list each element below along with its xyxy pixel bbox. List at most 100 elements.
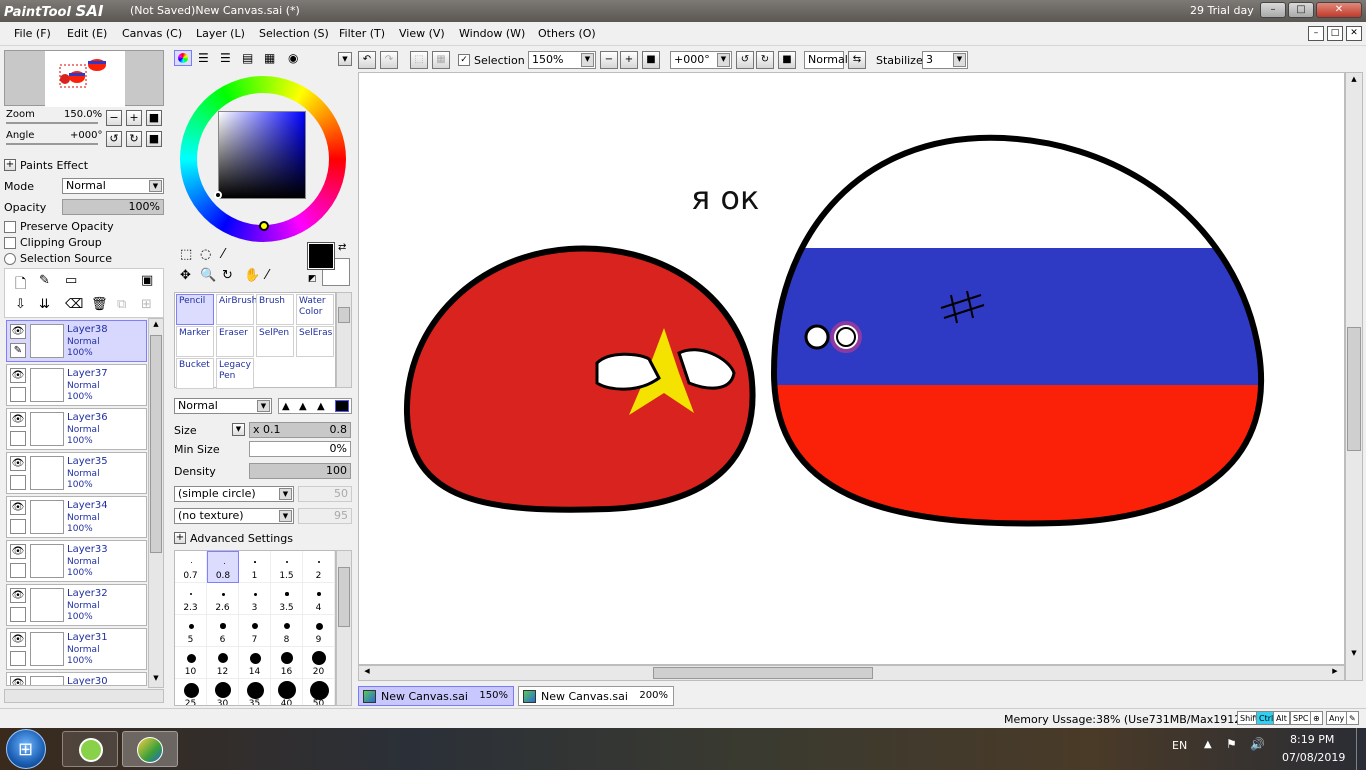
canvas-zoom-in-button[interactable]: +	[620, 51, 638, 69]
saturation-value-square[interactable]	[218, 111, 306, 199]
advanced-settings-expand[interactable]: +	[174, 532, 186, 544]
tray-expand-icon[interactable]: ▲	[1204, 739, 1212, 750]
tool-bucket[interactable]: Bucket	[176, 358, 214, 389]
canvas-rotate-left-button[interactable]: ↺	[736, 51, 754, 69]
brush-size-preset[interactable]: 14	[239, 647, 271, 679]
taskbar-app-green[interactable]	[62, 731, 118, 767]
brush-size-preset[interactable]: 7	[239, 615, 271, 647]
menu-edit[interactable]: Edit (E)	[67, 27, 107, 40]
brush-size-preset[interactable]: 0.8	[207, 551, 239, 583]
menu-view[interactable]: View (V)	[399, 27, 445, 40]
canvas-hscroll-thumb[interactable]	[653, 667, 873, 679]
maximize-button[interactable]: □	[1288, 2, 1314, 18]
language-indicator[interactable]: EN	[1172, 739, 1187, 752]
zoom-out-button[interactable]: −	[106, 110, 122, 126]
brush-size-preset[interactable]: 40	[271, 679, 303, 705]
layer-mode-select[interactable]: Normal ▼	[62, 178, 164, 194]
zoom-reset-button[interactable]: ■	[146, 110, 162, 126]
brush-size-preset[interactable]: 35	[239, 679, 271, 705]
menu-filter[interactable]: Filter (T)	[339, 27, 385, 40]
selection-checkbox[interactable]: ✓	[458, 54, 470, 66]
brush-size-preset[interactable]: 2	[303, 551, 335, 583]
edge-hard-icon[interactable]: ▲	[282, 401, 290, 412]
rotate-reset-button[interactable]: ■	[146, 131, 162, 147]
layer-list-scroll-thumb[interactable]	[150, 335, 162, 553]
panel-menu-button[interactable]: ▼	[338, 52, 352, 66]
stabilizer-select[interactable]: 3 ▼	[922, 51, 968, 69]
brush-size-preset[interactable]: 0.7	[175, 551, 207, 583]
preserve-opacity-checkbox[interactable]	[4, 221, 16, 233]
brush-size-preset[interactable]: 9	[303, 615, 335, 647]
layer-row-36[interactable]: 👁 Layer36 Normal 100%	[6, 408, 147, 450]
clipping-group-checkbox[interactable]	[4, 237, 16, 249]
rotate-right-button[interactable]: ↻	[126, 131, 142, 147]
brush-presets-scrollbar[interactable]	[336, 550, 352, 706]
minimize-button[interactable]: –	[1260, 2, 1286, 18]
canvas-hscrollbar[interactable]: ◀ ▶	[358, 665, 1345, 681]
canvas-tab[interactable]: New Canvas.sai 200%	[518, 686, 674, 706]
canvas-zoom-out-button[interactable]: −	[600, 51, 618, 69]
layer-row-35[interactable]: 👁 Layer35 Normal 100%	[6, 452, 147, 494]
volume-icon[interactable]: 🔊	[1250, 737, 1265, 751]
brush-size-preset[interactable]: 2.6	[207, 583, 239, 615]
transparent-color-icon[interactable]: ◩	[308, 274, 317, 284]
navigator-thumbnail[interactable]	[4, 50, 164, 107]
brush-size-preset[interactable]: 12	[207, 647, 239, 679]
menu-selection[interactable]: Selection (S)	[259, 27, 329, 40]
brush-size-preset[interactable]: 3.5	[271, 583, 303, 615]
hsv-sliders-icon[interactable]: ☰	[220, 51, 231, 65]
clock-time[interactable]: 8:19 PM	[1290, 733, 1334, 746]
brush-size-preset[interactable]: 8	[271, 615, 303, 647]
canvas-rotate-reset-button[interactable]: ■	[778, 51, 796, 69]
brush-size-preset[interactable]: 25	[175, 679, 207, 705]
move-icon[interactable]: ✥	[180, 268, 191, 283]
layer-row-34[interactable]: 👁 Layer34 Normal 100%	[6, 496, 147, 538]
brush-size-preset[interactable]: 5	[175, 615, 207, 647]
drawing-canvas[interactable]: я ок	[358, 72, 1345, 665]
angle-select[interactable]: +000° ▼	[670, 51, 732, 69]
menu-window[interactable]: Window (W)	[459, 27, 525, 40]
deselect-button[interactable]: ⬚	[410, 51, 428, 69]
flip-view-button[interactable]: ⇆	[848, 51, 866, 69]
lock-toggle[interactable]	[10, 431, 26, 446]
foreground-color-swatch[interactable]	[307, 242, 335, 270]
tool-eraser[interactable]: Eraser	[216, 326, 254, 357]
rotate-icon[interactable]: ↻	[222, 268, 233, 283]
pencil-icon[interactable]: ✎	[10, 343, 26, 358]
mdi-maximize-button[interactable]: □	[1327, 26, 1343, 41]
density-slider[interactable]: 100	[249, 463, 351, 479]
tool-selpen[interactable]: SelPen	[256, 326, 294, 357]
lock-toggle[interactable]	[10, 475, 26, 490]
scratchpad-icon[interactable]: ▦	[264, 51, 275, 65]
edge-medium-icon[interactable]: ▲	[299, 401, 307, 412]
eye-icon[interactable]: 👁	[10, 456, 26, 471]
brush-size-preset[interactable]: 6	[207, 615, 239, 647]
eye-icon[interactable]: 👁	[10, 368, 26, 383]
canvas-tab-active[interactable]: New Canvas.sai 150%	[358, 686, 514, 706]
color-wheel[interactable]	[180, 76, 346, 242]
tool-seleras[interactable]: SelEras	[296, 326, 334, 357]
brush-shape-select[interactable]: (simple circle) ▼	[174, 486, 294, 502]
merge-down-icon[interactable]: ⇊	[39, 297, 50, 312]
layer-settings-icon[interactable]: ▣	[141, 273, 153, 288]
zoom-in-button[interactable]: +	[126, 110, 142, 126]
selection-source-radio[interactable]	[4, 253, 16, 265]
eye-icon[interactable]: 👁	[10, 412, 26, 427]
rotate-left-button[interactable]: ↺	[106, 131, 122, 147]
brush-edge-selector[interactable]: ▲ ▲ ▲	[278, 398, 352, 414]
tool-grid-scroll-thumb[interactable]	[338, 307, 350, 323]
tool-legacy-pen[interactable]: Legacy Pen	[216, 358, 254, 389]
canvas-vscrollbar[interactable]: ▲ ▼	[1345, 72, 1363, 681]
tool-marker[interactable]: Marker	[176, 326, 214, 357]
brush-presets-scroll-thumb[interactable]	[338, 567, 350, 627]
menu-file[interactable]: File (F)	[14, 27, 51, 40]
clock-date[interactable]: 07/08/2019	[1282, 751, 1345, 764]
lasso-icon[interactable]: ◌	[200, 247, 211, 262]
scroll-right-icon[interactable]: ▶	[1329, 667, 1341, 679]
brush-size-preset[interactable]: 1.5	[271, 551, 303, 583]
lock-toggle[interactable]	[10, 387, 26, 402]
brush-size-preset[interactable]: 20	[303, 647, 335, 679]
brush-size-preset[interactable]: 1	[239, 551, 271, 583]
layer-row-32[interactable]: 👁 Layer32 Normal 100%	[6, 584, 147, 626]
paints-effect-expand[interactable]: +	[4, 159, 16, 171]
